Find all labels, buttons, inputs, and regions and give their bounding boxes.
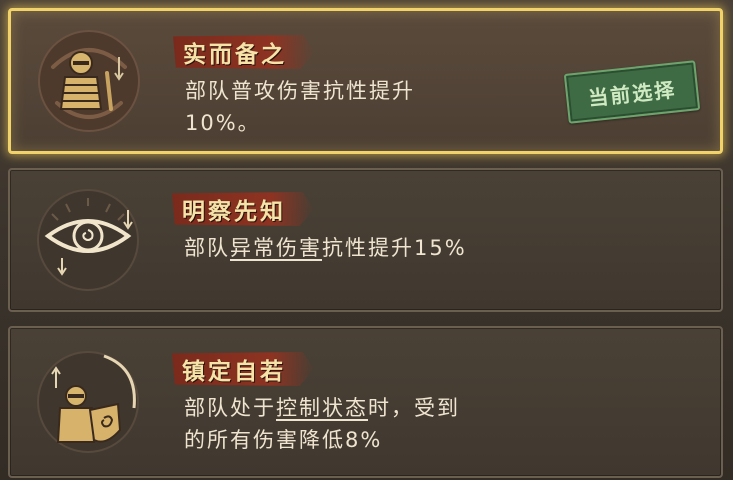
- desc-line: 部队处于控制状态时，受到: [184, 392, 460, 424]
- keyword-link[interactable]: 异常伤害: [230, 236, 322, 260]
- talent-title-ribbon: 实而备之: [173, 35, 315, 69]
- talent-description: 部队异常伤害抗性提升15%: [184, 232, 467, 264]
- desc-text: 抗性提升15%: [322, 236, 467, 260]
- talent-title: 明察先知: [182, 199, 286, 225]
- talent-title: 实而备之: [183, 42, 287, 68]
- shield-soldier-icon: [34, 348, 142, 456]
- desc-line: 10%。: [185, 111, 261, 135]
- badge-label: 当前选择: [587, 76, 678, 111]
- desc-line: 部队普攻伤害抗性提升: [185, 79, 415, 103]
- desc-text: 部队处于: [184, 396, 276, 420]
- keyword-link[interactable]: 控制状态: [276, 396, 368, 420]
- talent-card-zhen-ding-zi-ruo[interactable]: 镇定自若 部队处于控制状态时，受到 的所有伤害降低8%: [8, 326, 723, 478]
- talent-card-shi-er-bei-zhi[interactable]: 实而备之 部队普攻伤害抗性提升 10%。 当前选择: [8, 8, 723, 154]
- desc-text: 部队: [184, 236, 230, 260]
- desc-text: 时，受到: [368, 396, 460, 420]
- armored-soldier-icon: [35, 27, 143, 135]
- talent-card-ming-cha-xian-zhi[interactable]: 明察先知 部队异常伤害抗性提升15%: [8, 168, 723, 312]
- talent-title-ribbon: 镇定自若: [172, 352, 314, 386]
- current-selection-badge: 当前选择: [563, 60, 701, 124]
- eye-icon: [34, 186, 142, 294]
- talent-description: 部队普攻伤害抗性提升 10%。: [185, 75, 415, 139]
- talent-description: 部队处于控制状态时，受到 的所有伤害降低8%: [184, 392, 460, 456]
- talent-title-ribbon: 明察先知: [172, 192, 314, 226]
- talent-title: 镇定自若: [182, 359, 286, 385]
- desc-line: 的所有伤害降低8%: [184, 428, 383, 452]
